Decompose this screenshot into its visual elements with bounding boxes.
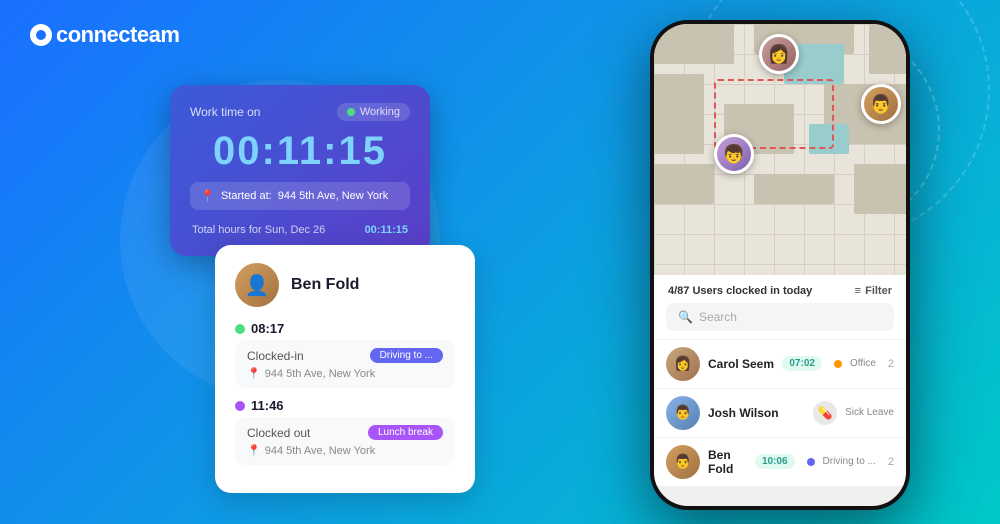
status-label-carol: Office bbox=[850, 358, 876, 369]
work-location: 📍 Started at: 944 5th Ave, New York bbox=[190, 182, 410, 210]
list-count-carol: 2 bbox=[888, 358, 894, 370]
work-timer: 00:11:15 bbox=[190, 129, 410, 174]
list-name-josh: Josh Wilson bbox=[708, 406, 805, 420]
map-block-3 bbox=[869, 24, 906, 74]
working-dot-icon bbox=[347, 108, 355, 116]
timeline-item-2: 11:46 Clocked out Lunch break 📍 944 5th … bbox=[235, 398, 455, 465]
map-area: 👩 👨 👦 bbox=[654, 24, 906, 275]
list-time-ben: 10:06 bbox=[755, 454, 795, 469]
list-item-ben[interactable]: 👨 Ben Fold 10:06 Driving to ... 2 bbox=[654, 437, 906, 486]
search-placeholder: Search bbox=[699, 310, 737, 324]
timeline-time-1: 08:17 bbox=[235, 321, 455, 336]
list-name-carol: Carol Seem bbox=[708, 357, 774, 371]
tl-location-1: 📍 944 5th Ave, New York bbox=[247, 367, 443, 380]
tl-action-2: Clocked out bbox=[247, 426, 310, 440]
tl-badge-2: Lunch break bbox=[368, 425, 443, 440]
search-icon: 🔍 bbox=[678, 310, 693, 324]
status-label-josh: Sick Leave bbox=[845, 407, 894, 418]
user-card-name: Ben Fold bbox=[291, 276, 359, 294]
tl-time-2: 11:46 bbox=[251, 398, 284, 413]
users-clocked-label: 4/87 Users clocked in today bbox=[668, 285, 812, 297]
tl-pin-icon-1: 📍 bbox=[247, 367, 261, 380]
map-block-8 bbox=[754, 174, 834, 204]
timeline-detail-2: Clocked out Lunch break 📍 944 5th Ave, N… bbox=[235, 417, 455, 465]
working-status: Working bbox=[360, 106, 400, 118]
user-card-header: 👤 Ben Fold bbox=[235, 263, 455, 307]
map-avatar-3: 👦 bbox=[714, 134, 754, 174]
total-time: 00:11:15 bbox=[365, 224, 408, 236]
timeline-time-2: 11:46 bbox=[235, 398, 455, 413]
list-count-ben: 2 bbox=[888, 456, 894, 468]
filter-button[interactable]: ≡ Filter bbox=[855, 285, 892, 297]
status-label-ben: Driving to ... bbox=[823, 456, 876, 467]
timeline-item-1: 08:17 Clocked-in Driving to ... 📍 944 5t… bbox=[235, 321, 455, 388]
user-avatar: 👤 bbox=[235, 263, 279, 307]
map-avatar-1: 👩 bbox=[759, 34, 799, 74]
brand-logo: connecteam bbox=[30, 22, 179, 48]
tl-dot-green bbox=[235, 324, 245, 334]
tl-dot-purple bbox=[235, 401, 245, 411]
tl-location-2: 📍 944 5th Ave, New York bbox=[247, 444, 443, 457]
sick-leave-icon: 💊 bbox=[813, 401, 837, 425]
list-name-ben: Ben Fold bbox=[708, 448, 747, 476]
tl-location-text-1: 944 5th Ave, New York bbox=[265, 368, 376, 380]
work-time-header: Work time on Working bbox=[190, 103, 410, 121]
list-avatar-carol: 👩 bbox=[666, 347, 700, 381]
timeline-detail-1: Clocked-in Driving to ... 📍 944 5th Ave,… bbox=[235, 340, 455, 388]
filter-label: Filter bbox=[865, 285, 892, 297]
list-item-carol[interactable]: 👩 Carol Seem 07:02 Office 2 bbox=[654, 339, 906, 388]
map-block-1 bbox=[654, 24, 734, 64]
logo-icon bbox=[30, 24, 52, 46]
list-item-josh[interactable]: 👨 Josh Wilson 💊 Sick Leave bbox=[654, 388, 906, 437]
tl-time-1: 08:17 bbox=[251, 321, 284, 336]
list-avatar-josh: 👨 bbox=[666, 396, 700, 430]
user-card: 👤 Ben Fold 08:17 Clocked-in Driving to .… bbox=[215, 245, 475, 493]
working-badge: Working bbox=[337, 103, 410, 121]
map-avatar-2: 👨 bbox=[861, 84, 901, 124]
tl-detail-row-1: Clocked-in Driving to ... bbox=[247, 348, 443, 363]
pin-icon: 📍 bbox=[200, 189, 215, 203]
tl-detail-row-2: Clocked out Lunch break bbox=[247, 425, 443, 440]
tl-badge-1: Driving to ... bbox=[370, 348, 443, 363]
map-block-7 bbox=[654, 164, 714, 204]
work-time-label: Work time on bbox=[190, 105, 260, 119]
status-dot-ben bbox=[807, 458, 815, 466]
tl-action-1: Clocked-in bbox=[247, 349, 304, 363]
map-block-9 bbox=[854, 164, 906, 214]
brand-name: connecteam bbox=[56, 22, 179, 48]
phone-frame: 👩 👨 👦 4/87 Users clocked in today ≡ Filt… bbox=[650, 20, 910, 510]
started-label: Started at: bbox=[221, 190, 272, 202]
phone-list: 4/87 Users clocked in today ≡ Filter 🔍 S… bbox=[654, 275, 906, 486]
started-location: 944 5th Ave, New York bbox=[278, 190, 389, 202]
work-total-row: Total hours for Sun, Dec 26 00:11:15 bbox=[190, 220, 410, 240]
work-time-card: Work time on Working 00:11:15 📍 Started … bbox=[170, 85, 430, 256]
search-bar[interactable]: 🔍 Search bbox=[666, 303, 894, 331]
list-time-carol: 07:02 bbox=[782, 356, 822, 371]
tl-pin-icon-2: 📍 bbox=[247, 444, 261, 457]
tl-location-text-2: 944 5th Ave, New York bbox=[265, 445, 376, 457]
total-label: Total hours for Sun, Dec 26 bbox=[192, 224, 325, 236]
phone-inner: 👩 👨 👦 4/87 Users clocked in today ≡ Filt… bbox=[654, 24, 906, 506]
phone-list-header: 4/87 Users clocked in today ≡ Filter bbox=[654, 275, 906, 303]
list-avatar-ben: 👨 bbox=[666, 445, 700, 479]
filter-icon: ≡ bbox=[855, 285, 861, 297]
map-block-4 bbox=[654, 74, 704, 154]
status-dot-carol bbox=[834, 360, 842, 368]
